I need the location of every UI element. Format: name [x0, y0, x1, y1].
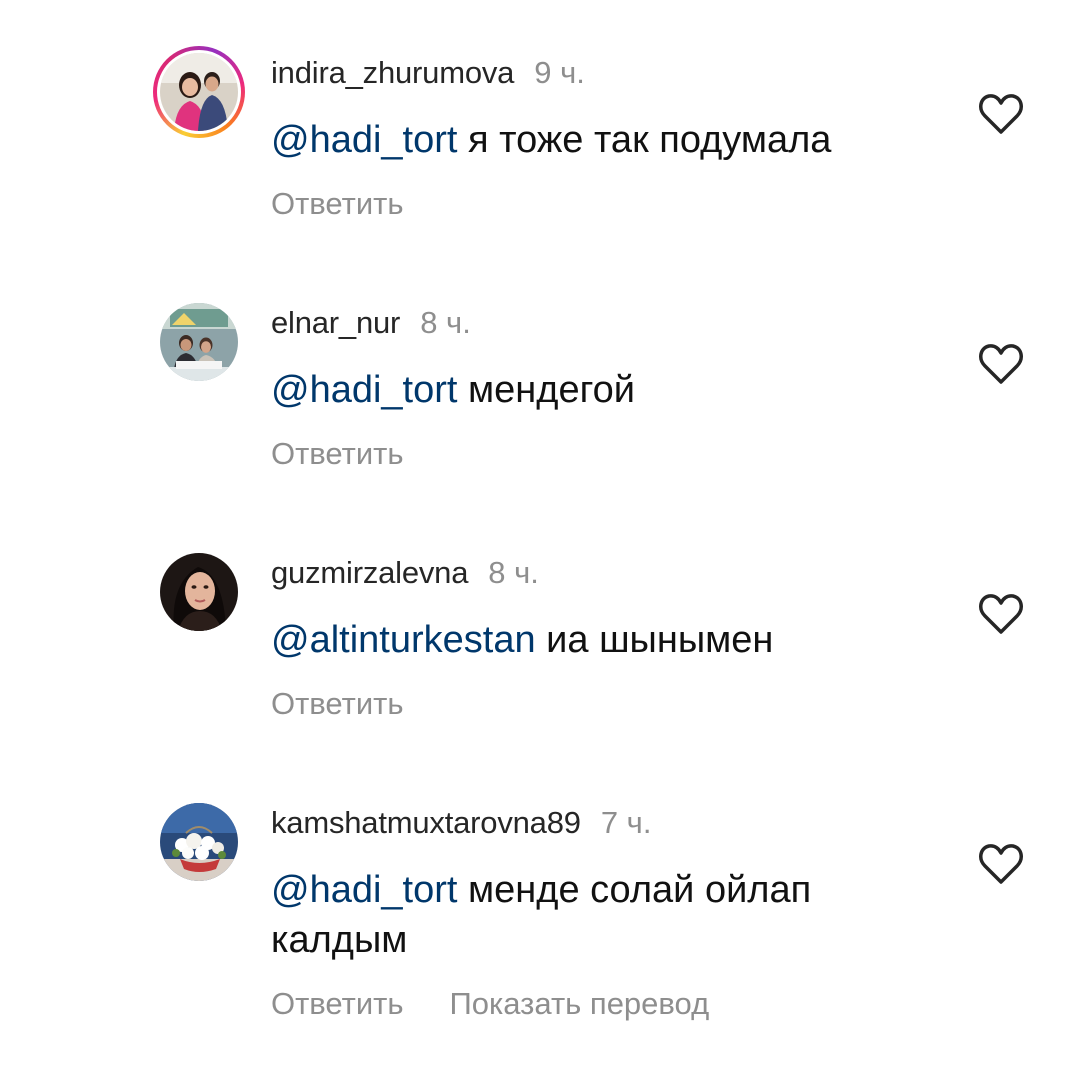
show-translation-button[interactable]: Показать перевод — [450, 986, 710, 1022]
comment-time: 8 ч. — [420, 305, 471, 340]
comment-mention[interactable]: @altinturkestan — [271, 619, 536, 661]
reply-button[interactable]: Ответить — [271, 186, 404, 222]
heart-icon[interactable] — [977, 92, 1025, 136]
comment-time: 9 ч. — [534, 55, 585, 90]
avatar — [160, 303, 238, 381]
reply-button[interactable]: Ответить — [271, 986, 404, 1022]
reply-button[interactable]: Ответить — [271, 436, 404, 472]
comment-text: @hadi_tort мендегой — [271, 365, 931, 415]
avatar — [160, 53, 238, 131]
comment-body: мендегой — [457, 369, 635, 411]
comment-mention[interactable]: @hadi_tort — [271, 869, 457, 911]
comment-text: @hadi_tort менде солай ойлап калдым — [271, 865, 911, 965]
avatar-story-ring[interactable] — [153, 46, 245, 138]
comment-mention[interactable]: @hadi_tort — [271, 119, 457, 161]
heart-icon[interactable] — [977, 842, 1025, 886]
comment-body: я тоже так подумала — [457, 119, 832, 161]
avatar — [160, 553, 238, 631]
heart-icon[interactable] — [977, 592, 1025, 636]
comment-text: @altinturkestan иа шынымен — [271, 615, 931, 665]
heart-icon[interactable] — [977, 342, 1025, 386]
comment-username[interactable]: guzmirzalevna — [271, 555, 468, 591]
comment-mention[interactable]: @hadi_tort — [271, 369, 457, 411]
comment-username[interactable]: indira_zhurumova — [271, 55, 514, 91]
comment-time: 8 ч. — [488, 555, 539, 590]
comment-username[interactable]: kamshatmuxtarovna89 — [271, 805, 581, 841]
avatar-wrap[interactable] — [153, 796, 245, 888]
avatar-wrap[interactable] — [153, 296, 245, 388]
comment-time: 7 ч. — [600, 805, 652, 840]
avatar-wrap[interactable] — [153, 546, 245, 638]
comment-text: @hadi_tort я тоже так подумала — [271, 115, 931, 165]
avatar — [160, 803, 238, 881]
reply-button[interactable]: Ответить — [271, 686, 404, 722]
comment-username[interactable]: elnar_nur — [271, 305, 400, 341]
comment-body: иа шынымен — [535, 619, 774, 661]
